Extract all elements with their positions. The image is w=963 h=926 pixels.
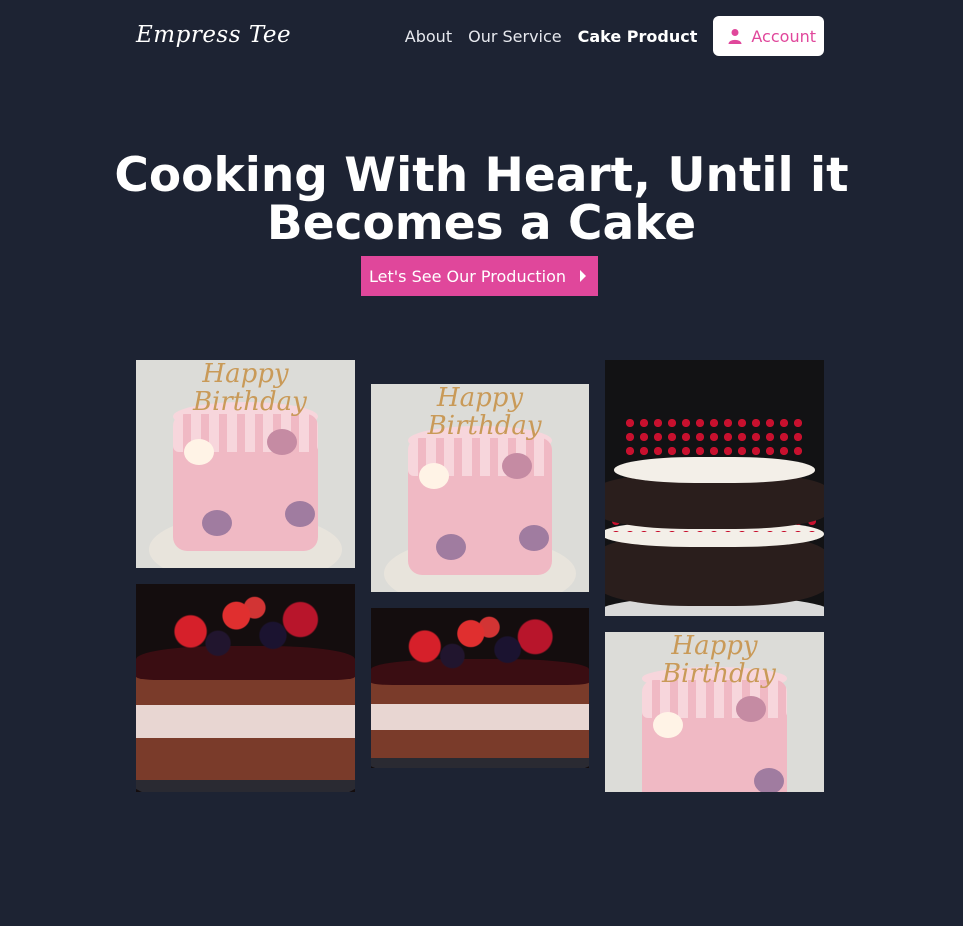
account-button[interactable]: Account xyxy=(713,16,824,56)
logo[interactable]: Empress Tee xyxy=(136,22,291,48)
nav-link-cake-product[interactable]: Cake Product xyxy=(578,27,698,46)
navbar: Empress Tee About Our Service Cake Produ… xyxy=(136,16,824,56)
hero-title: Cooking With Heart, Until it Becomes a C… xyxy=(114,148,849,251)
nav-links: About Our Service Cake Product Account xyxy=(405,16,824,56)
cake-image-chocolate-berry xyxy=(371,608,589,768)
cake-image-pink-birthday: Happy Birthday xyxy=(371,384,589,592)
account-label: Account xyxy=(751,26,816,46)
nav-link-our-service[interactable]: Our Service xyxy=(468,27,562,46)
production-cta-button[interactable]: Let's See Our Production xyxy=(361,256,598,296)
user-icon xyxy=(728,29,742,44)
cta-label: Let's See Our Production xyxy=(369,266,567,286)
caret-right-icon xyxy=(580,270,587,282)
cake-image-chocolate-cherry xyxy=(605,360,824,616)
cake-image-pink-birthday: Happy Birthday xyxy=(605,632,824,792)
cake-image-chocolate-berry xyxy=(136,584,355,792)
nav-link-about[interactable]: About xyxy=(405,27,452,46)
cake-image-pink-birthday: Happy Birthday xyxy=(136,360,355,568)
